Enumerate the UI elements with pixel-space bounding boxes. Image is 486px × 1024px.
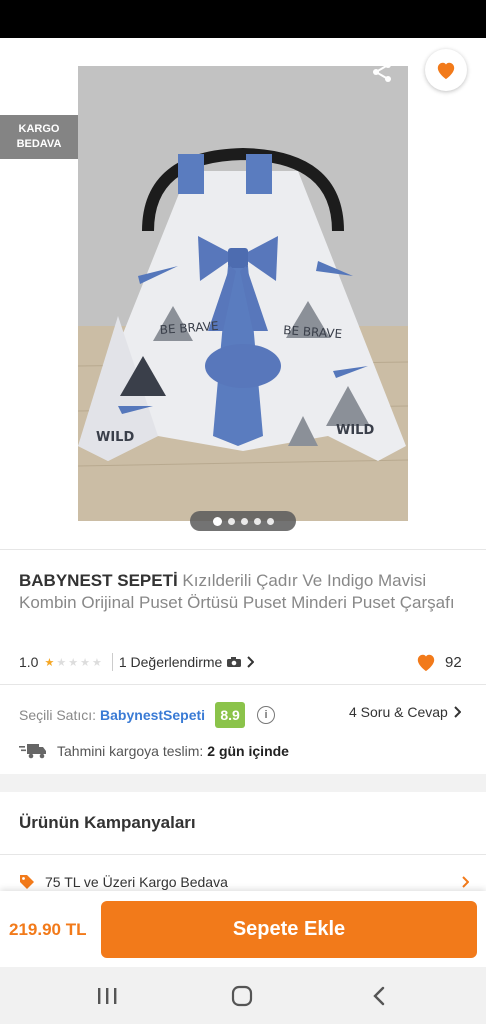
image-text-wild-left: WILD	[96, 430, 134, 445]
divider	[0, 549, 486, 550]
campaigns-heading: Ürünün Kampanyaları	[19, 813, 196, 832]
divider	[0, 854, 486, 855]
seller-label: Seçili Satıcı:	[19, 707, 97, 723]
back-chevron-icon	[373, 986, 385, 1006]
seller-link[interactable]: BabynestSepeti	[100, 707, 205, 723]
product-image[interactable]: BE BRAVE BE BRAVE WILD WILD	[78, 66, 408, 521]
brand-name[interactable]: BABYNEST SEPETİ	[19, 571, 178, 590]
home-button[interactable]	[230, 985, 254, 1007]
star-icon: ★	[44, 656, 55, 669]
gallery-dot[interactable]	[240, 517, 248, 525]
gallery-dot[interactable]	[212, 516, 222, 526]
system-navigation-bar	[0, 967, 486, 1024]
back-button[interactable]	[18, 56, 50, 88]
price: 219.90 TL	[9, 920, 87, 939]
chevron-right-icon	[462, 876, 469, 888]
share-icon	[373, 62, 391, 82]
rating-row: 1.0 ★ ★ ★ ★ ★ 1 Değerlendirme	[19, 652, 469, 672]
star-icon: ★	[56, 656, 67, 669]
gallery-dot[interactable]	[227, 517, 235, 525]
rating-value: 1.0	[19, 654, 39, 670]
camera-icon	[227, 657, 242, 667]
home-icon	[231, 985, 253, 1007]
delivery-value: 2 gün içinde	[207, 743, 289, 759]
reviews-link[interactable]: 1 Değerlendirme	[119, 654, 255, 670]
rating-stars: ★ ★ ★ ★ ★	[44, 656, 101, 669]
likes-counter[interactable]: 92	[415, 652, 462, 672]
heart-icon	[417, 654, 435, 672]
gallery-pagination[interactable]	[190, 511, 296, 531]
back-arrow-icon	[24, 63, 44, 81]
cart-bar: 219.90 TL Sepete Ekle	[0, 891, 486, 967]
badge-line-2: BEDAVA	[16, 138, 62, 150]
truck-icon	[19, 744, 46, 759]
back-nav-button[interactable]	[367, 985, 391, 1007]
campaign-label: 75 TL ve Üzeri Kargo Bedava	[45, 874, 228, 890]
tag-icon	[20, 875, 34, 889]
image-text-wild-right: WILD	[336, 423, 374, 438]
share-button[interactable]	[366, 56, 398, 88]
delivery-estimate: Tahmini kargoya teslim: 2 gün içinde	[19, 740, 289, 762]
reviews-label: 1 Değerlendirme	[118, 654, 223, 670]
likes-count: 92	[445, 653, 462, 671]
badge-line-1: KARGO	[18, 123, 60, 135]
star-icon: ★	[91, 656, 102, 669]
status-bar	[0, 0, 486, 38]
gallery-dot[interactable]	[266, 517, 274, 525]
recent-apps-icon	[98, 988, 117, 1004]
section-separator	[0, 774, 486, 792]
delivery-label: Tahmini kargoya teslim:	[57, 743, 204, 759]
favorite-button[interactable]	[425, 49, 467, 91]
questions-answers-link[interactable]: 4 Soru & Cevap	[349, 704, 461, 720]
star-icon: ★	[80, 656, 90, 669]
product-title: BABYNEST SEPETİ Kızılderili Çadır Ve Ind…	[19, 570, 469, 614]
qa-label: 4 Soru & Cevap	[349, 704, 448, 720]
chevron-right-icon	[247, 656, 255, 668]
divider	[0, 684, 486, 685]
gallery-dot[interactable]	[253, 517, 261, 525]
heart-icon	[437, 62, 455, 80]
chevron-right-icon	[454, 706, 461, 718]
free-shipping-badge: KARGO BEDAVA	[0, 115, 78, 159]
product-gallery[interactable]: BE BRAVE BE BRAVE WILD WILD KARGO BEDAVA	[0, 38, 486, 548]
add-to-cart-button[interactable]: Sepete Ekle	[101, 901, 477, 958]
recent-apps-button[interactable]	[95, 985, 119, 1007]
info-icon[interactable]: i	[257, 706, 276, 724]
star-icon: ★	[68, 656, 79, 669]
divider	[111, 653, 113, 671]
campaign-item[interactable]: 75 TL ve Üzeri Kargo Bedava	[19, 872, 469, 892]
seller-score-badge: 8.9	[215, 702, 246, 728]
